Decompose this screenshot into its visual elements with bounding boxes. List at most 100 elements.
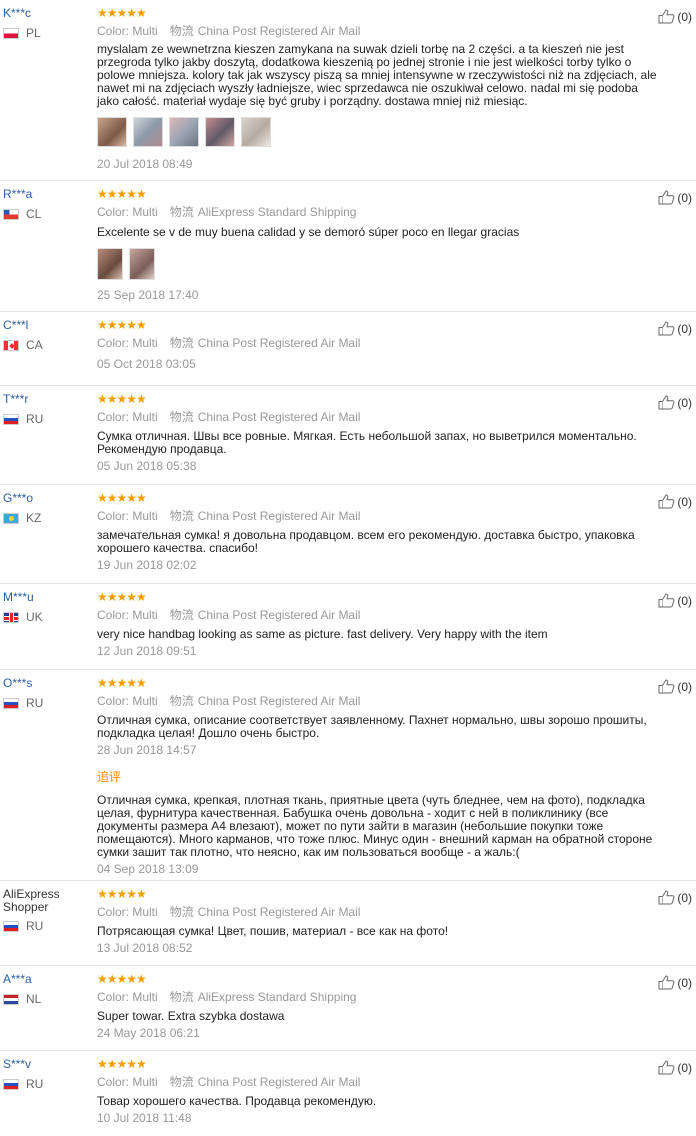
country-code: NL [26, 992, 42, 1006]
review-meta: Color: Multi 物流 China Post Registered Air … [97, 608, 657, 622]
helpful-button[interactable]: (0) [658, 395, 692, 410]
reviewer-name[interactable]: S***v [3, 1058, 91, 1071]
reviewer-name[interactable]: M***u [3, 591, 91, 604]
review-date: 10 Jul 2018 11:48 [97, 1111, 192, 1125]
color-option: Color: Multi [97, 905, 158, 919]
helpful-count: (0) [677, 190, 692, 205]
flag-icon [3, 27, 19, 39]
reviewer-info: G***o KZ [3, 492, 91, 525]
star-rating: ★★★★★ [97, 318, 147, 332]
country-code: PL [26, 26, 41, 40]
reviewer-info: M***u UK [3, 591, 91, 624]
review-text: Super towar. Extra szybka dostawa [97, 1009, 285, 1023]
review-photos [97, 248, 657, 280]
shipping-method: AliExpress Standard Shipping [197, 990, 357, 1004]
review-text: myslalam ze wewnetrzna kieszen zamykana … [97, 42, 657, 108]
review-photo-thumbnail[interactable] [97, 117, 127, 147]
review-meta: Color: Multi 物流 AliExpress Standard Shippi… [97, 990, 657, 1004]
review-item: K***c PL ★★★★★ Color: Multi 物流 China Post … [0, 0, 696, 181]
review-photos [97, 117, 657, 147]
star-rating: ★★★★★ [97, 590, 147, 604]
logistics-label: 物流 [169, 509, 194, 523]
shipping-method: China Post Registered Air Mail [197, 608, 361, 622]
shipping-method: China Post Registered Air Mail [197, 24, 361, 38]
helpful-button[interactable]: (0) [658, 9, 692, 24]
reviewer-name[interactable]: G***o [3, 492, 91, 505]
review-text: Excelente se v de muy buena calidad y se… [97, 225, 520, 239]
helpful-count: (0) [677, 321, 692, 336]
reviewer-name[interactable]: A***a [3, 973, 91, 986]
review-date: 19 Jun 2018 02:02 [97, 558, 197, 572]
reviewer-name[interactable]: R***a [3, 188, 91, 201]
flag-icon [3, 339, 19, 351]
review-photo-thumbnail[interactable] [169, 117, 199, 147]
star-rating: ★★★★★ [97, 1057, 147, 1071]
shipping-method: China Post Registered Air Mail [197, 694, 361, 708]
country-code: KZ [26, 511, 42, 525]
helpful-button[interactable]: (0) [658, 321, 692, 336]
review-text: Отличная сумка, описание соответствует з… [97, 713, 647, 740]
review-date: 24 May 2018 06:21 [97, 1026, 200, 1040]
logistics-label: 物流 [169, 336, 194, 350]
reviewer-country: RU [3, 412, 91, 426]
reviewer-name[interactable]: K***c [3, 7, 91, 20]
reviewer-info: T***r RU [3, 393, 91, 426]
review-meta: Color: Multi 物流 China Post Registered Air … [97, 509, 657, 523]
thumbs-up-icon [658, 890, 675, 905]
color-option: Color: Multi [97, 509, 158, 523]
flag-icon [3, 208, 19, 220]
reviewer-info: C***l CA [3, 319, 91, 352]
helpful-button[interactable]: (0) [658, 190, 692, 205]
shipping-method: China Post Registered Air Mail [197, 410, 361, 424]
logistics-label: 物流 [169, 905, 194, 919]
review-date: 20 Jul 2018 08:49 [97, 157, 193, 171]
additional-feedback-label: 追评 [97, 770, 122, 784]
thumbs-up-icon [658, 190, 675, 205]
review-photo-thumbnail[interactable] [205, 117, 235, 147]
helpful-count: (0) [677, 494, 692, 509]
helpful-button[interactable]: (0) [658, 890, 692, 905]
helpful-button[interactable]: (0) [658, 1060, 692, 1075]
review-date: 13 Jul 2018 08:52 [97, 941, 193, 955]
review-item: T***r RU ★★★★★ Color: Multi 物流 China Post … [0, 386, 696, 485]
thumbs-up-icon [658, 494, 675, 509]
helpful-count: (0) [677, 1060, 692, 1075]
star-rating: ★★★★★ [97, 676, 147, 690]
helpful-count: (0) [677, 395, 692, 410]
reviewer-name[interactable]: O***s [3, 677, 91, 690]
star-rating: ★★★★★ [97, 972, 147, 986]
reviewer-country: KZ [3, 511, 91, 525]
review-item: M***u UK ★★★★★ Color: Multi 物流 China Post … [0, 584, 696, 670]
review-item: S***v RU ★★★★★ Color: Multi 物流 China Post … [0, 1051, 696, 1136]
country-code: CA [26, 338, 43, 352]
shipping-method: AliExpress Standard Shipping [197, 205, 357, 219]
reviewer-name[interactable]: T***r [3, 393, 91, 406]
reviewer-info: A***a NL [3, 973, 91, 1006]
review-photo-thumbnail[interactable] [97, 248, 123, 280]
reviewer-country: RU [3, 919, 91, 933]
color-option: Color: Multi [97, 24, 158, 38]
country-code: CL [26, 207, 42, 221]
helpful-button[interactable]: (0) [658, 679, 692, 694]
flag-icon [3, 920, 19, 932]
helpful-button[interactable]: (0) [658, 494, 692, 509]
thumbs-up-icon [658, 593, 675, 608]
review-photo-thumbnail[interactable] [241, 117, 271, 147]
reviewer-country: CL [3, 207, 91, 221]
reviewer-name[interactable]: C***l [3, 319, 91, 332]
reviewer-info: AliExpress Shopper RU [3, 888, 91, 933]
flag-icon [3, 993, 19, 1005]
logistics-label: 物流 [169, 205, 194, 219]
review-photo-thumbnail[interactable] [133, 117, 163, 147]
helpful-button[interactable]: (0) [658, 975, 692, 990]
review-item: A***a NL ★★★★★ Color: Multi 物流 AliExpress … [0, 966, 696, 1051]
review-photo-thumbnail[interactable] [129, 248, 155, 280]
reviewer-country: UK [3, 610, 91, 624]
country-code: UK [26, 610, 43, 624]
review-text: замечательная сумка! я довольна продавцо… [97, 528, 635, 555]
flag-icon [3, 611, 19, 623]
logistics-label: 物流 [169, 24, 194, 38]
helpful-button[interactable]: (0) [658, 593, 692, 608]
review-meta: Color: Multi 物流 China Post Registered Air … [97, 1075, 657, 1089]
flag-icon [3, 413, 19, 425]
